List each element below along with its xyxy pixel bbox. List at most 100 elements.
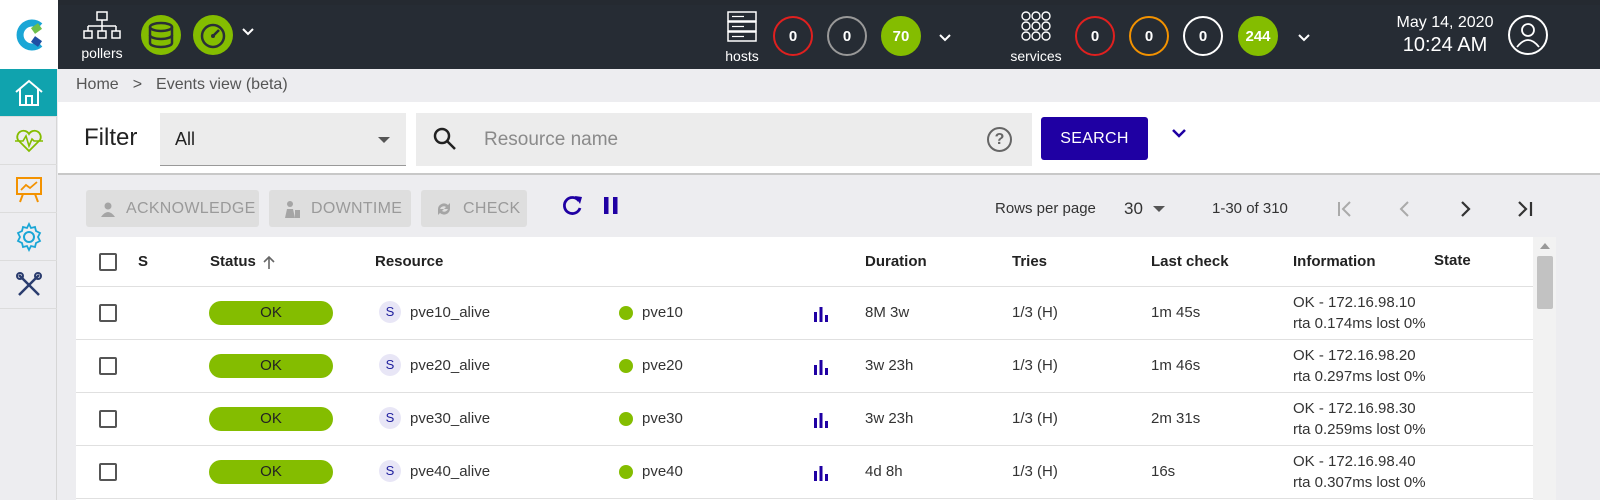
pollers-menu[interactable]: pollers: [80, 10, 124, 61]
search-button[interactable]: SEARCH: [1041, 117, 1148, 160]
column-header-information[interactable]: Information: [1293, 253, 1376, 270]
hosts-label: hosts: [725, 48, 759, 64]
tools-icon: [15, 271, 42, 296]
information-line-1: OK - 172.16.98.40: [1293, 453, 1416, 470]
column-header-s[interactable]: S: [138, 253, 148, 270]
services-menu[interactable]: services: [1010, 10, 1062, 64]
breadcrumb-current[interactable]: Events view (beta): [156, 76, 288, 94]
database-status-icon[interactable]: [141, 15, 181, 55]
refresh-icon[interactable]: [559, 193, 585, 224]
sidebar-item-reporting[interactable]: [0, 165, 57, 213]
tries: 1/3 (H): [1012, 304, 1058, 321]
acknowledge-label: ACKNOWLEDGE: [126, 199, 256, 217]
help-icon[interactable]: ?: [987, 127, 1012, 152]
services-grid-icon: [1021, 11, 1051, 41]
hosts-unreachable-counter[interactable]: 0: [827, 16, 867, 56]
rows-per-page-label: Rows per page: [995, 200, 1096, 217]
tries: 1/3 (H): [1012, 410, 1058, 427]
next-page-icon[interactable]: [1452, 196, 1478, 222]
column-header-last-check[interactable]: Last check: [1151, 253, 1229, 270]
latency-status-icon[interactable]: [193, 15, 233, 55]
last-check: 1m 46s: [1151, 357, 1201, 374]
search-icon: [433, 127, 456, 150]
resource-name[interactable]: pve40_alive: [410, 463, 490, 480]
table-row[interactable]: OK S pve10_alive pve10 8M 3w 1/3 (H) 1m …: [76, 287, 1533, 340]
information: OK - 172.16.98.40 rta 0.307ms lost 0%: [1293, 451, 1426, 493]
refresh-check-icon: [438, 202, 450, 215]
information-line-1: OK - 172.16.98.20: [1293, 347, 1416, 364]
services-ok-counter[interactable]: 244: [1238, 16, 1278, 56]
status-badge: OK: [209, 407, 333, 431]
resource-name[interactable]: pve30_alive: [410, 410, 490, 427]
table-row[interactable]: OK S pve20_alive pve20 3w 23h 1/3 (H) 1m…: [76, 340, 1533, 393]
page-range: 1-30 of 310: [1212, 200, 1288, 217]
sidebar-item-monitoring[interactable]: [0, 117, 57, 165]
row-checkbox[interactable]: [99, 410, 117, 428]
column-header-tries[interactable]: Tries: [1012, 253, 1047, 270]
first-page-icon[interactable]: [1333, 196, 1359, 222]
graph-icon[interactable]: [813, 412, 829, 428]
rows-per-page-arrow-icon[interactable]: [1153, 206, 1165, 212]
current-time: 10:24 AM: [1402, 34, 1488, 56]
table-row[interactable]: OK S pve30_alive pve30 3w 23h 1/3 (H) 2m…: [76, 393, 1533, 446]
services-unknown-counter[interactable]: 0: [1183, 16, 1223, 56]
graph-icon[interactable]: [813, 465, 829, 481]
expand-filters-chevron-icon[interactable]: [1170, 124, 1188, 147]
row-checkbox[interactable]: [99, 357, 117, 375]
host-name[interactable]: pve30: [642, 410, 683, 427]
pollers-label: pollers: [81, 45, 123, 61]
information-line-2: rta 0.174ms lost 0%: [1293, 315, 1426, 332]
filter-select-value: All: [175, 129, 196, 149]
last-page-icon[interactable]: [1511, 196, 1537, 222]
tries: 1/3 (H): [1012, 463, 1058, 480]
sort-ascending-icon[interactable]: [261, 254, 277, 270]
column-header-resource[interactable]: Resource: [375, 253, 443, 270]
filter-label: Filter: [84, 124, 138, 151]
select-all-checkbox[interactable]: [99, 253, 117, 271]
last-check: 1m 45s: [1151, 304, 1201, 321]
hosts-chevron-down-icon[interactable]: [937, 26, 953, 52]
acknowledge-button[interactable]: ACKNOWLEDGE: [86, 190, 259, 227]
sidebar-item-home[interactable]: [0, 69, 57, 117]
sidebar-item-administration[interactable]: [0, 261, 57, 309]
previous-page-icon[interactable]: [1392, 196, 1418, 222]
rows-per-page-select[interactable]: 30: [1124, 199, 1143, 219]
breadcrumb-separator: >: [132, 76, 143, 93]
services-chevron-down-icon[interactable]: [1296, 26, 1312, 52]
scroll-up-arrow-icon[interactable]: [1540, 243, 1550, 249]
row-checkbox[interactable]: [99, 304, 117, 322]
column-header-status[interactable]: Status: [210, 253, 256, 270]
dropdown-arrow-icon: [378, 137, 390, 143]
pause-icon[interactable]: [600, 193, 622, 224]
host-name[interactable]: pve10: [642, 304, 683, 321]
centreon-logo[interactable]: [0, 0, 58, 69]
services-warning-counter[interactable]: 0: [1129, 16, 1169, 56]
user-profile-icon[interactable]: [1508, 15, 1548, 55]
resource-name[interactable]: pve10_alive: [410, 304, 490, 321]
resource-search-input[interactable]: [484, 113, 964, 166]
hosts-menu[interactable]: hosts: [724, 10, 760, 64]
services-critical-counter[interactable]: 0: [1075, 16, 1115, 56]
graph-icon[interactable]: [813, 359, 829, 375]
filter-select[interactable]: All: [160, 113, 406, 166]
host-name[interactable]: pve40: [642, 463, 683, 480]
sidebar-item-configuration[interactable]: [0, 213, 57, 261]
column-header-duration[interactable]: Duration: [865, 253, 927, 270]
host-name[interactable]: pve20: [642, 357, 683, 374]
current-date: May 14, 2020: [1396, 14, 1494, 31]
pollers-chevron-down-icon[interactable]: [240, 20, 256, 46]
column-header-state[interactable]: State: [1434, 252, 1471, 269]
information: OK - 172.16.98.20 rta 0.297ms lost 0%: [1293, 345, 1426, 387]
graph-icon[interactable]: [813, 306, 829, 322]
table-row[interactable]: OK S pve40_alive pve40 4d 8h 1/3 (H) 16s…: [76, 446, 1533, 499]
heartbeat-icon: [14, 129, 43, 152]
check-button[interactable]: CHECK: [421, 190, 527, 227]
breadcrumb-home[interactable]: Home: [76, 76, 119, 94]
hosts-up-counter[interactable]: 70: [881, 16, 921, 56]
resource-name[interactable]: pve20_alive: [410, 357, 490, 374]
row-checkbox[interactable]: [99, 463, 117, 481]
scrollbar-thumb[interactable]: [1537, 256, 1553, 309]
hosts-down-counter[interactable]: 0: [773, 16, 813, 56]
downtime-button[interactable]: DOWNTIME: [269, 190, 411, 227]
information-line-1: OK - 172.16.98.10: [1293, 294, 1416, 311]
